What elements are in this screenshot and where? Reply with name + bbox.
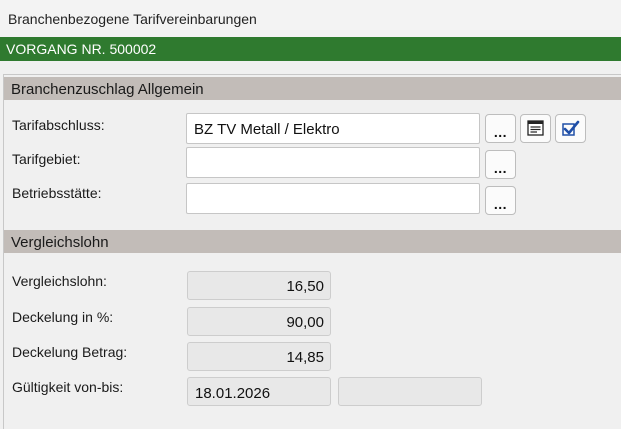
deckelung-betrag-value: 14,85 [187,342,331,371]
label-vergleichslohn: Vergleichslohn: [12,273,107,289]
tarifabschluss-browse-button[interactable]: ... [485,114,516,143]
label-deckelung-prozent: Deckelung in %: [12,309,114,325]
tarifgebiet-browse-button[interactable]: ... [485,150,516,179]
vergleichslohn-value: 16,50 [187,271,331,300]
label-tarifabschluss: Tarifabschluss: [12,117,105,133]
tarifabschluss-input[interactable]: BZ TV Metall / Elektro [186,113,480,144]
checkmark-icon [562,120,580,136]
betriebsstaette-browse-button[interactable]: ... [485,186,516,215]
label-deckelung-betrag: Deckelung Betrag: [12,344,128,360]
browse-label: ... [493,160,508,176]
browse-label: ... [493,196,508,212]
label-betriebsstaette: Betriebsstätte: [12,185,102,201]
deckelung-prozent-value: 90,00 [187,307,331,336]
label-tarifgebiet: Tarifgebiet: [12,151,81,167]
gueltigkeit-von-value: 18.01.2026 [187,377,331,406]
gueltigkeit-bis-value [338,377,482,406]
label-gueltigkeit: Gültigkeit von-bis: [12,379,124,395]
tarifabschluss-confirm-button[interactable] [555,114,586,143]
window-title: Branchenbezogene Tarifvereinbarungen [0,0,621,37]
section-header-vergleichslohn: Vergleichslohn [4,230,621,253]
tarifabschluss-details-button[interactable] [520,114,551,143]
document-details-icon [527,120,544,136]
section-header-allgemein: Branchenzuschlag Allgemein [4,77,621,100]
vorgang-banner: VORGANG NR. 500002 [0,37,621,61]
betriebsstaette-input[interactable] [186,183,480,214]
tarifgebiet-input[interactable] [186,147,480,178]
browse-label: ... [493,124,508,140]
